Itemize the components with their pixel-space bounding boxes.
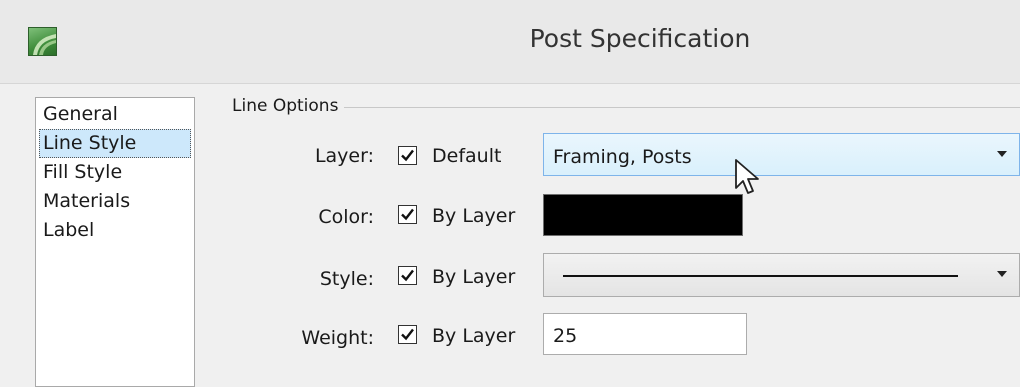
title-bar: Post Specification	[0, 0, 1020, 84]
color-label: Color:	[318, 206, 374, 228]
nav-item-label[interactable]: Label	[36, 216, 194, 245]
color-by-layer-checkbox[interactable]	[398, 205, 417, 224]
color-by-layer-label[interactable]: By Layer	[432, 205, 515, 227]
weight-by-layer-checkbox[interactable]	[398, 325, 417, 344]
weight-by-layer-label[interactable]: By Layer	[432, 325, 515, 347]
layer-dropdown-value: Framing, Posts	[553, 146, 692, 168]
nav-item-fill-style[interactable]: Fill Style	[36, 158, 194, 187]
category-list[interactable]: General Line Style Fill Style Materials …	[35, 97, 195, 387]
nav-item-general[interactable]: General	[36, 100, 194, 129]
chevron-down-icon	[997, 271, 1007, 277]
checkmark-icon	[401, 269, 414, 282]
group-divider	[232, 107, 1020, 108]
layer-default-checkbox[interactable]	[398, 146, 417, 165]
mouse-pointer-icon	[734, 158, 764, 204]
nav-item-materials[interactable]: Materials	[36, 187, 194, 216]
layer-dropdown[interactable]: Framing, Posts	[543, 133, 1020, 176]
color-swatch-button[interactable]	[543, 194, 743, 236]
checkmark-icon	[401, 328, 414, 341]
line-options-group-label: Line Options	[232, 96, 345, 116]
layer-label: Layer:	[314, 145, 374, 167]
weight-label: Weight:	[301, 327, 374, 349]
chevron-down-icon	[997, 151, 1007, 157]
checkmark-icon	[401, 208, 414, 221]
window-title: Post Specification	[529, 24, 751, 53]
weight-input[interactable]: 25	[543, 313, 747, 355]
style-label: Style:	[319, 268, 374, 290]
layer-default-label[interactable]: Default	[432, 145, 501, 167]
checkmark-icon	[401, 149, 414, 162]
weight-input-value: 25	[553, 325, 578, 347]
style-by-layer-checkbox[interactable]	[398, 266, 417, 285]
nav-item-line-style[interactable]: Line Style	[39, 129, 191, 158]
style-by-layer-label[interactable]: By Layer	[432, 266, 515, 288]
solid-line-preview	[563, 275, 958, 277]
line-style-dropdown[interactable]	[543, 253, 1020, 297]
